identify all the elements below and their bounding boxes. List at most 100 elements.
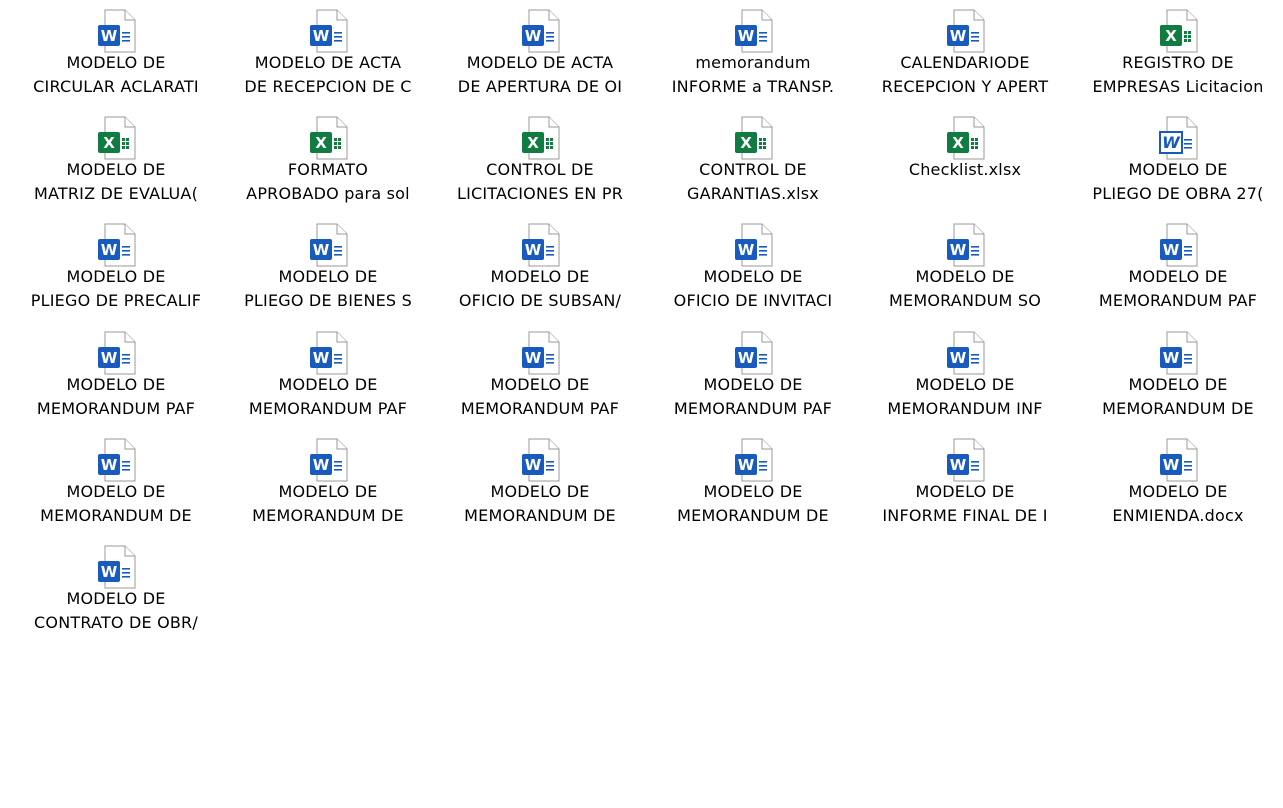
file-name-line-1: MODELO DE xyxy=(915,375,1015,394)
file-name-line-2: MEMORANDUM PAF xyxy=(460,399,620,418)
file-name-line-1: MODELO DE xyxy=(66,53,166,72)
file-name-line-2: MEMORANDUM DE xyxy=(464,506,616,525)
file-name-line-2: OFICIO DE INVITACI xyxy=(673,291,833,310)
desktop-file-item[interactable]: W MODELO DE MEMORANDUM PAF xyxy=(9,322,223,432)
file-name-line-1: MODELO DE xyxy=(1128,160,1228,179)
desktop-file-item[interactable]: W MODELO DE MEMORANDUM PAF xyxy=(221,322,435,432)
file-name-line-1: MODELO DE xyxy=(278,267,378,286)
desktop-file-item[interactable]: W MODELO DE CIRCULAR ACLARATI xyxy=(9,0,223,110)
file-name-label: CALENDARIODE RECEPCION Y APERT xyxy=(858,51,1072,99)
svg-text:W: W xyxy=(101,563,118,581)
desktop-file-item[interactable]: W MODELO DE OFICIO DE SUBSAN/ xyxy=(433,214,647,324)
word-file-icon: W xyxy=(1151,437,1205,483)
file-name-line-2: MEMORANDUM DE xyxy=(677,506,829,525)
desktop-file-item[interactable]: X CONTROL DE GARANTIAS.xlsx xyxy=(646,107,860,217)
file-name-line-1: MODELO DE xyxy=(66,267,166,286)
word-file-icon: W xyxy=(89,544,143,590)
file-name-line-2: MEMORANDUM SO xyxy=(889,291,1041,310)
file-name-line-2: CIRCULAR ACLARATI xyxy=(33,77,199,96)
file-name-line-2: MEMORANDUM PAF xyxy=(248,399,408,418)
svg-text:W: W xyxy=(313,456,330,474)
excel-file-icon: X xyxy=(726,115,780,161)
file-name-line-1: MODELO DE xyxy=(490,482,590,501)
svg-text:W: W xyxy=(101,27,118,45)
file-name-line-2: DE RECEPCION DE C xyxy=(244,77,412,96)
desktop-file-item[interactable]: W MODELO DE MEMORANDUM SO xyxy=(858,214,1072,324)
file-name-label: MODELO DE ACTA DE APERTURA DE OI xyxy=(433,51,647,99)
desktop-file-item[interactable]: W MODELO DE MEMORANDUM PAF xyxy=(433,322,647,432)
desktop-file-item[interactable]: W MODELO DE MEMORANDUM DE xyxy=(1071,322,1283,432)
file-name-line-1: MODELO DE xyxy=(1128,482,1228,501)
file-name-label: MODELO DE MEMORANDUM PAF xyxy=(1071,265,1283,313)
file-name-label: MODELO DE CONTRATO DE OBR/ xyxy=(9,587,223,635)
desktop-file-item[interactable]: W MODELO DE OFICIO DE INVITACI xyxy=(646,214,860,324)
file-name-line-1: MODELO DE xyxy=(915,482,1015,501)
svg-text:X: X xyxy=(952,134,964,152)
file-name-label: Checklist.xlsx xyxy=(858,158,1072,182)
desktop-file-item[interactable]: W MODELO DE PLIEGO DE OBRA 27( xyxy=(1071,107,1283,217)
desktop-file-item[interactable]: W MODELO DE PLIEGO DE PRECALIF xyxy=(9,214,223,324)
svg-text:W: W xyxy=(738,27,755,45)
desktop-file-item[interactable]: W MODELO DE MEMORANDUM INF xyxy=(858,322,1072,432)
file-name-line-2: OFICIO DE SUBSAN/ xyxy=(458,291,622,310)
svg-text:W: W xyxy=(1163,456,1180,474)
desktop-file-item[interactable]: X MODELO DE MATRIZ DE EVALUA( xyxy=(9,107,223,217)
desktop-file-item[interactable]: Wmemorandum INFORME a TRANSP. xyxy=(646,0,860,110)
word-file-icon: W xyxy=(89,437,143,483)
file-name-line-1: REGISTRO DE xyxy=(1122,53,1234,72)
svg-text:W: W xyxy=(1163,241,1180,259)
desktop-file-item[interactable]: W MODELO DE ACTA DE APERTURA DE OI xyxy=(433,0,647,110)
file-name-label: MODELO DE OFICIO DE INVITACI xyxy=(646,265,860,313)
desktop-file-item[interactable]: W MODELO DE PLIEGO DE BIENES S xyxy=(221,214,435,324)
desktop-file-item[interactable]: W MODELO DE MEMORANDUM DE xyxy=(221,429,435,539)
desktop-file-item[interactable]: W MODELO DE MEMORANDUM PAF xyxy=(646,322,860,432)
file-name-label: MODELO DE ACTA DE RECEPCION DE C xyxy=(221,51,435,99)
word-file-icon: W xyxy=(89,330,143,376)
svg-text:W: W xyxy=(101,241,118,259)
word-file-icon: W xyxy=(301,222,355,268)
desktop-file-item[interactable]: W MODELO DE INFORME FINAL DE I xyxy=(858,429,1072,539)
file-name-label: MODELO DE MEMORANDUM DE xyxy=(9,480,223,528)
file-name-line-1: MODELO DE ACTA xyxy=(466,53,614,72)
file-name-label: MODELO DE MATRIZ DE EVALUA( xyxy=(9,158,223,206)
file-name-label: MODELO DE PLIEGO DE OBRA 27( xyxy=(1071,158,1283,206)
desktop-file-item[interactable]: W MODELO DE MEMORANDUM DE xyxy=(646,429,860,539)
svg-text:X: X xyxy=(1165,27,1177,45)
file-name-line-1: MODELO DE xyxy=(66,375,166,394)
desktop-file-item[interactable]: W MODELO DE MEMORANDUM PAF xyxy=(1071,214,1283,324)
desktop-file-item[interactable]: X Checklist.xlsx xyxy=(858,107,1072,217)
desktop-file-item[interactable]: W MODELO DE MEMORANDUM DE xyxy=(9,429,223,539)
desktop-file-item[interactable]: W CALENDARIODE RECEPCION Y APERT xyxy=(858,0,1072,110)
excel-file-icon: X xyxy=(1151,8,1205,54)
file-name-label: MODELO DE ENMIENDA.docx xyxy=(1071,480,1283,528)
file-name-line-1: MODELO DE xyxy=(1128,375,1228,394)
word-file-icon: W xyxy=(301,330,355,376)
word-file-icon: W xyxy=(301,8,355,54)
word-file-icon: W xyxy=(513,8,567,54)
svg-text:W: W xyxy=(313,27,330,45)
desktop-file-item[interactable]: W MODELO DE ACTA DE RECEPCION DE C xyxy=(221,0,435,110)
file-name-line-1: MODELO DE xyxy=(1128,267,1228,286)
svg-text:W: W xyxy=(313,241,330,259)
word-file-icon: W xyxy=(1151,222,1205,268)
file-name-line-2: RECEPCION Y APERT xyxy=(881,77,1049,96)
desktop-file-item[interactable]: W MODELO DE MEMORANDUM DE xyxy=(433,429,647,539)
file-name-line-2: MEMORANDUM PAF xyxy=(36,399,196,418)
word-file-icon: W xyxy=(726,437,780,483)
desktop-file-item[interactable]: X REGISTRO DE EMPRESAS Licitacion xyxy=(1071,0,1283,110)
excel-file-icon: X xyxy=(938,115,992,161)
desktop-file-item[interactable]: X CONTROL DE LICITACIONES EN PR xyxy=(433,107,647,217)
file-name-line-1: MODELO DE ACTA xyxy=(254,53,402,72)
svg-text:W: W xyxy=(738,456,755,474)
desktop-file-item[interactable]: X FORMATO APROBADO para sol xyxy=(221,107,435,217)
desktop-file-item[interactable]: W MODELO DE ENMIENDA.docx xyxy=(1071,429,1283,539)
file-name-line-2: PLIEGO DE BIENES S xyxy=(244,291,412,310)
file-name-line-2: ENMIENDA.docx xyxy=(1112,506,1244,525)
word-file-icon: W xyxy=(513,222,567,268)
file-name-line-1: MODELO DE xyxy=(66,160,166,179)
desktop-file-item[interactable]: W MODELO DE CONTRATO DE OBR/ xyxy=(9,536,223,646)
word-file-icon: W xyxy=(938,222,992,268)
excel-file-icon: X xyxy=(89,115,143,161)
svg-text:X: X xyxy=(527,134,539,152)
svg-text:W: W xyxy=(1162,133,1181,152)
